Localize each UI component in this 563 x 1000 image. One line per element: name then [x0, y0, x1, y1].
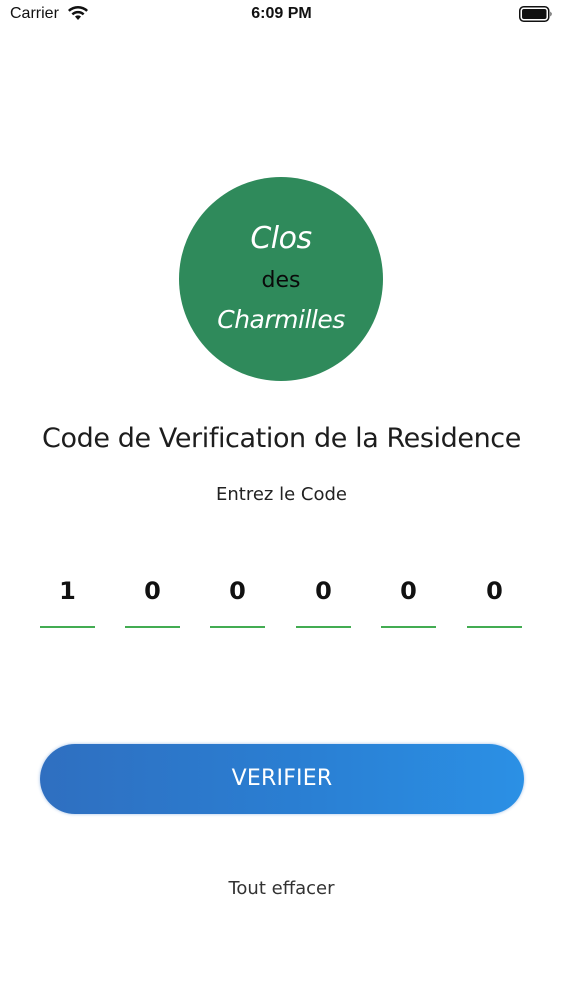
code-digit-field[interactable]: 1	[40, 570, 95, 628]
verify-button-label: VERIFIER	[231, 766, 333, 791]
code-digit-field[interactable]: 0	[381, 570, 436, 628]
code-digit-field[interactable]: 0	[125, 570, 180, 628]
code-digit-field[interactable]: 0	[467, 570, 522, 628]
code-instruction: Entrez le Code	[216, 484, 347, 505]
clear-all-button[interactable]: Tout effacer	[0, 878, 563, 899]
verify-button[interactable]: VERIFIER	[40, 744, 524, 814]
clock-time: 6:09 PM	[251, 5, 312, 22]
page-title: Code de Verification de la Residence	[42, 423, 521, 454]
logo-text-clos: Clos	[250, 221, 312, 256]
code-digit-field[interactable]: 0	[210, 570, 265, 628]
battery-icon	[519, 6, 553, 22]
status-bar: Carrier 6:09 PM	[0, 0, 563, 32]
code-digit-field[interactable]: 0	[296, 570, 351, 628]
logo-text-charmilles: Charmilles	[217, 305, 345, 334]
verification-code-input: 1 0 0 0 0 0	[40, 570, 522, 630]
logo-text-des: des	[261, 268, 301, 293]
residence-logo: Clos des Charmilles	[179, 177, 383, 381]
